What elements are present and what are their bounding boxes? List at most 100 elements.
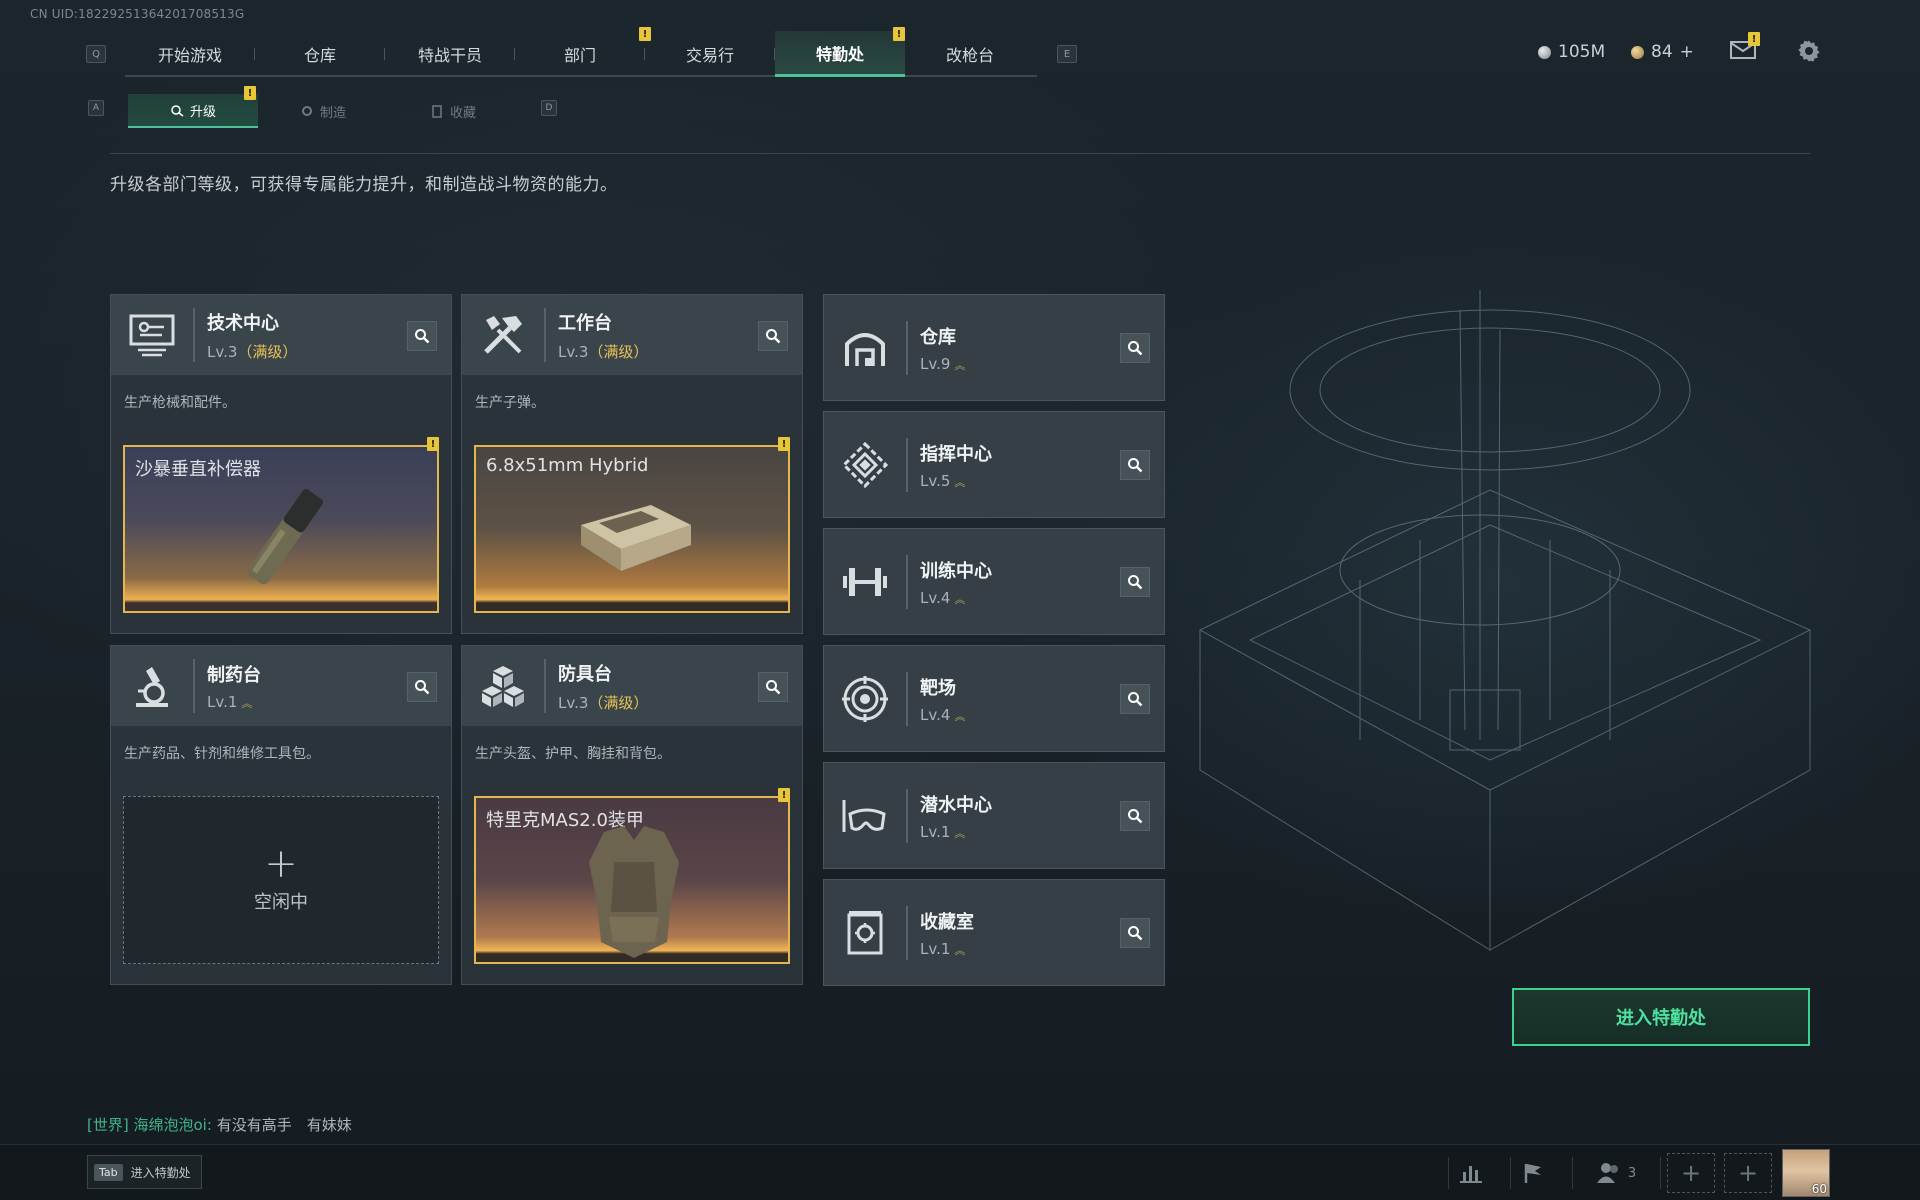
tab-special-ops[interactable]: 特勤处 ! — [775, 27, 905, 77]
facility-row-shooting-range[interactable]: 靶场 Lv.4 ︽ — [823, 645, 1165, 752]
monitor-icon — [129, 314, 175, 357]
chat-channel: [世界] — [87, 1116, 129, 1134]
player-avatar[interactable]: 60 — [1782, 1149, 1830, 1197]
facility-name: 靶场 — [920, 677, 956, 699]
uid-label: CN UID:18229251364201708513G — [30, 7, 245, 21]
facility-row-collection-room[interactable]: 收藏室 Lv.1 ︽ — [823, 879, 1165, 986]
gold-currency: 84 + — [1631, 42, 1694, 62]
idle-label: 空闲中 — [254, 892, 308, 913]
production-slot[interactable]: 6.8x51mm Hybrid — [474, 445, 790, 613]
notification-badge: ! — [244, 86, 256, 100]
workstation-description: 生产药品、针剂和维修工具包。 — [124, 746, 320, 762]
command-icon — [842, 441, 888, 488]
workstation-name: 工作台 — [558, 312, 612, 334]
workstation-description: 生产子弹。 — [475, 395, 545, 411]
enter-special-ops-button[interactable]: 进入特勤处 — [1512, 988, 1810, 1046]
microscope-icon — [136, 667, 168, 707]
inspect-button[interactable] — [1120, 684, 1150, 714]
facility-level: Lv.5 — [920, 471, 951, 490]
tab-operators[interactable]: 特战干员 — [385, 31, 515, 77]
facility-name: 指挥中心 — [920, 443, 992, 465]
tab-shortcut-hint[interactable]: Tab 进入特勤处 — [87, 1155, 202, 1189]
inspect-button[interactable] — [758, 672, 788, 702]
gear-icon — [1798, 40, 1820, 62]
prev-sub-key: A — [88, 100, 104, 116]
maxed-label: （满级） — [588, 342, 649, 361]
facility-name: 收藏室 — [920, 911, 974, 933]
vault-icon — [847, 910, 883, 954]
armor-vest-item-image — [589, 826, 679, 958]
item-name: 6.8x51mm Hybrid — [486, 455, 649, 476]
subtab-collection[interactable]: 收藏 — [388, 94, 518, 128]
gold-coin-icon — [1631, 45, 1644, 59]
subtab-craft[interactable]: 制造 — [258, 94, 388, 128]
production-slot[interactable]: 沙暴垂直补偿器 — [123, 445, 439, 613]
silver-coin-icon — [1538, 45, 1551, 59]
inspect-button[interactable] — [1120, 567, 1150, 597]
upgradeable-icon: ︽ — [954, 709, 966, 723]
bottom-bar: Tab 进入特勤处 3 + + 60 — [0, 1144, 1920, 1200]
team-count: 3 — [1627, 1165, 1637, 1181]
next-sub-key: D — [541, 100, 557, 116]
inspect-button[interactable] — [407, 321, 437, 351]
prev-tab-key: Q — [86, 45, 106, 63]
tab-start-game[interactable]: 开始游戏 — [125, 31, 255, 77]
upgradeable-icon: ︽ — [954, 358, 966, 372]
invite-slot-1[interactable]: + — [1667, 1153, 1715, 1193]
mail-button[interactable]: ! — [1730, 32, 1760, 60]
facility-row-diving-center[interactable]: 潜水中心 Lv.1 ︽ — [823, 762, 1165, 869]
search-icon — [415, 329, 430, 344]
settings-button[interactable] — [1797, 39, 1821, 63]
facility-level: Lv.1 — [920, 822, 951, 841]
facility-name: 仓库 — [920, 326, 956, 348]
workstation-card-workbench: 工作台 Lv.3（满级） 生产子弹。 6.8x51mm Hybrid ! — [461, 294, 803, 634]
workstation-name: 技术中心 — [207, 312, 279, 334]
vault-small-icon — [432, 105, 442, 118]
production-slot[interactable]: 特里克MAS2.0装甲 — [474, 796, 790, 964]
tab-gunsmith[interactable]: 改枪台 — [905, 31, 1035, 77]
warehouse-icon — [845, 332, 885, 366]
stats-button[interactable] — [1450, 1155, 1492, 1191]
tab-departments[interactable]: 部门 ! — [515, 27, 651, 77]
search-icon — [766, 329, 781, 344]
tab-warehouse[interactable]: 仓库 — [255, 31, 385, 77]
upgradeable-icon: ︽ — [954, 943, 966, 957]
idle-production-slot[interactable]: + 空闲中 — [123, 796, 439, 964]
tools-icon — [484, 316, 522, 354]
upgradeable-icon: ︽ — [954, 592, 966, 606]
facility-row-command-center[interactable]: 指挥中心 Lv.5 ︽ — [823, 411, 1165, 518]
workstation-description: 生产头盔、护甲、胸挂和背包。 — [475, 746, 671, 762]
inspect-button[interactable] — [758, 321, 788, 351]
upgradeable-icon: ︽ — [954, 475, 966, 489]
add-gold-button[interactable]: + — [1680, 42, 1694, 62]
flag-icon — [1524, 1164, 1541, 1183]
base-blueprint-illustration — [1198, 290, 1812, 951]
facility-row-training-center[interactable]: 训练中心 Lv.4 ︽ — [823, 528, 1165, 635]
flag-button[interactable] — [1512, 1155, 1554, 1191]
chat-line[interactable]: [世界] 海绵泡泡oi: 有没有高手 有妹妹 — [87, 1114, 352, 1135]
inspect-button[interactable] — [407, 672, 437, 702]
inspect-button[interactable] — [1120, 918, 1150, 948]
inspect-button[interactable] — [1120, 333, 1150, 363]
ammo-box-item-image — [581, 505, 691, 571]
invite-slot-2[interactable]: + — [1724, 1153, 1772, 1193]
compensator-item-image — [247, 489, 324, 585]
search-icon — [1128, 926, 1143, 941]
target-icon — [842, 675, 888, 722]
facility-level: Lv.4 — [920, 588, 951, 607]
notification-badge: ! — [1748, 32, 1760, 46]
facility-level: Lv.1 — [920, 939, 951, 958]
search-icon — [1128, 692, 1143, 707]
search-icon — [1128, 575, 1143, 590]
add-icon: + — [264, 841, 298, 887]
tab-trading[interactable]: 交易行 — [645, 31, 775, 77]
inspect-button[interactable] — [1120, 801, 1150, 831]
facility-level: Lv.4 — [920, 705, 951, 724]
facility-level: Lv.9 — [920, 354, 951, 373]
subtab-upgrade[interactable]: 升级 ! — [128, 86, 258, 128]
facility-row-warehouse[interactable]: 仓库 Lv.9 ︽ — [823, 294, 1165, 401]
inspect-button[interactable] — [1120, 450, 1150, 480]
facility-name: 训练中心 — [920, 560, 992, 582]
team-button[interactable]: 3 — [1586, 1155, 1646, 1191]
maxed-label: （满级） — [588, 693, 649, 712]
